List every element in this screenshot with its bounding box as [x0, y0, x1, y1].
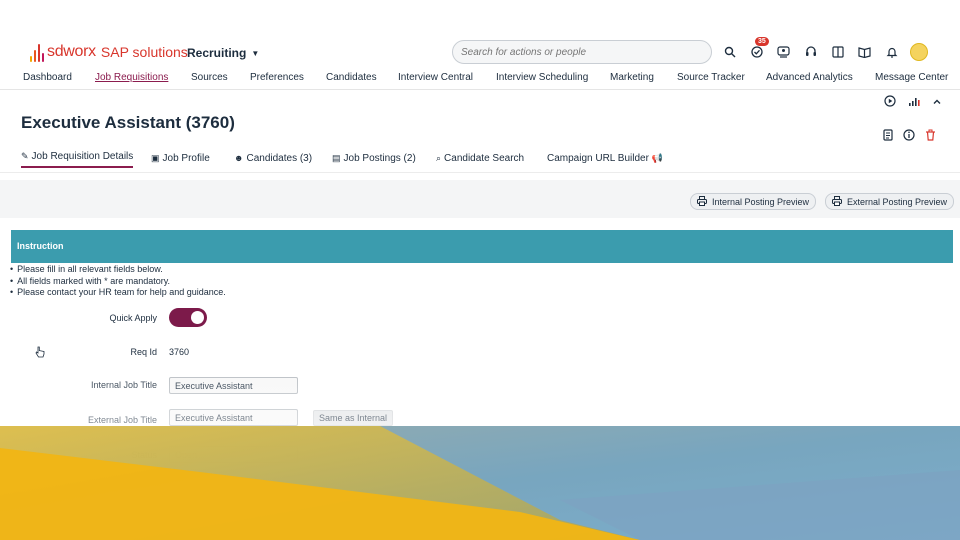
- tab-label: Campaign URL Builder: [547, 152, 649, 164]
- nav-source-tracker[interactable]: Source Tracker: [677, 72, 745, 83]
- instruction-list: Please fill in all relevant fields below…: [10, 264, 226, 299]
- document-icon[interactable]: [883, 128, 893, 146]
- same-as-internal-button[interactable]: Same as Internal: [313, 410, 394, 426]
- chevron-down-icon: ⌄: [284, 449, 292, 459]
- external-job-title-label: External Job Title: [87, 415, 157, 425]
- bell-icon[interactable]: [878, 42, 905, 62]
- megaphone-icon: 📢: [651, 152, 664, 163]
- profile-icon: ▣: [151, 152, 160, 163]
- internal-job-title-input[interactable]: Executive Assistant: [169, 377, 298, 394]
- tab-label: Candidates (3): [246, 152, 313, 164]
- nav-preferences[interactable]: Preferences: [250, 72, 304, 83]
- instruction-line: All fields marked with * are mandatory.: [10, 276, 226, 288]
- tab-label: Candidate Search: [444, 152, 525, 164]
- nav-marketing[interactable]: Marketing: [610, 72, 654, 83]
- tab-candidate-search[interactable]: ⌕ Candidate Search: [436, 148, 524, 168]
- printer-icon: [832, 195, 842, 208]
- company-logo[interactable]: sdworx SAP solutions: [30, 42, 188, 62]
- tab-label: Job Requisition Details: [31, 150, 134, 162]
- group-icon: ☻: [234, 153, 244, 163]
- module-label: Recruiting: [187, 46, 247, 60]
- play-icon[interactable]: [884, 94, 896, 112]
- chart-icon[interactable]: [908, 94, 920, 112]
- req-id-label: Req Id: [130, 347, 157, 357]
- nav-advanced-analytics[interactable]: Advanced Analytics: [766, 72, 853, 83]
- caret-down-icon: ▼: [251, 48, 260, 58]
- instruction-header: Instruction: [11, 230, 953, 263]
- req-id-value: 3760: [169, 347, 190, 357]
- quick-apply-label: Quick Apply: [109, 313, 157, 323]
- notification-badge: 35: [755, 37, 769, 46]
- compare-icon[interactable]: [824, 42, 851, 62]
- info-icon[interactable]: [903, 128, 915, 146]
- search-input[interactable]: [452, 40, 712, 64]
- nav-message-center[interactable]: Message Center: [875, 72, 948, 83]
- headset-icon[interactable]: [797, 42, 824, 62]
- edit-icon: ✎: [21, 150, 29, 161]
- nav-candidates[interactable]: Candidates: [326, 72, 377, 83]
- user-avatar[interactable]: [905, 42, 932, 62]
- nav-interview-central[interactable]: Interview Central: [398, 72, 473, 83]
- external-posting-preview-button[interactable]: External Posting Preview: [825, 193, 955, 210]
- nav-dashboard[interactable]: Dashboard: [23, 72, 72, 83]
- header-divider: [0, 89, 960, 90]
- tabs-divider: [0, 172, 960, 173]
- top-navigation: Dashboard Job Requisitions Sources Prefe…: [0, 72, 960, 88]
- nav-job-requisitions[interactable]: Job Requisitions: [95, 72, 168, 83]
- tab-job-postings[interactable]: ▤ Job Postings (2): [332, 148, 416, 168]
- tab-candidates[interactable]: ☻ Candidates (3): [234, 148, 312, 168]
- instruction-line: Please fill in all relevant fields below…: [10, 264, 226, 276]
- module-switcher[interactable]: Recruiting ▼: [187, 46, 259, 60]
- people-icon[interactable]: [770, 42, 797, 62]
- tab-campaign-url-builder[interactable]: Campaign URL Builder 📢: [547, 148, 663, 168]
- toggle-knob: [191, 311, 204, 324]
- status-value: Open: [175, 449, 198, 460]
- logo-text: sdworx: [47, 43, 96, 60]
- tab-label: Job Profile: [162, 152, 210, 164]
- search-icon[interactable]: [716, 42, 743, 62]
- button-label: Internal Posting Preview: [712, 196, 810, 207]
- search-icon: ⌕: [436, 152, 442, 163]
- book-icon[interactable]: [851, 42, 878, 62]
- button-label: External Posting Preview: [847, 196, 948, 207]
- status-label: Status: [131, 450, 157, 460]
- nav-interview-scheduling[interactable]: Interview Scheduling: [496, 72, 588, 83]
- postings-icon: ▤: [332, 152, 341, 163]
- logo-bars-icon: [30, 42, 44, 62]
- tab-job-profile[interactable]: ▣ Job Profile: [151, 148, 210, 168]
- quick-apply-toggle[interactable]: [169, 308, 207, 327]
- todo-icon[interactable]: 35: [743, 37, 770, 62]
- collapse-header-icon[interactable]: [932, 94, 942, 112]
- hand-cursor-icon: [35, 346, 45, 358]
- external-job-title-input[interactable]: Executive Assistant: [169, 409, 298, 426]
- nav-sources[interactable]: Sources: [191, 72, 228, 83]
- internal-job-title-label: Internal Job Title: [90, 380, 157, 390]
- delete-icon[interactable]: [925, 128, 936, 146]
- logo-suffix: SAP solutions: [100, 44, 188, 60]
- page-title: Executive Assistant (3760): [21, 113, 235, 132]
- internal-posting-preview-button[interactable]: Internal Posting Preview: [690, 193, 817, 210]
- status-select[interactable]: Open ⌄: [169, 446, 298, 463]
- printer-icon: [697, 195, 707, 208]
- tab-job-requisition-details[interactable]: ✎ Job Requisition Details: [21, 148, 134, 168]
- instruction-line: Please contact your HR team for help and…: [10, 287, 226, 299]
- tab-label: Job Postings (2): [343, 152, 416, 164]
